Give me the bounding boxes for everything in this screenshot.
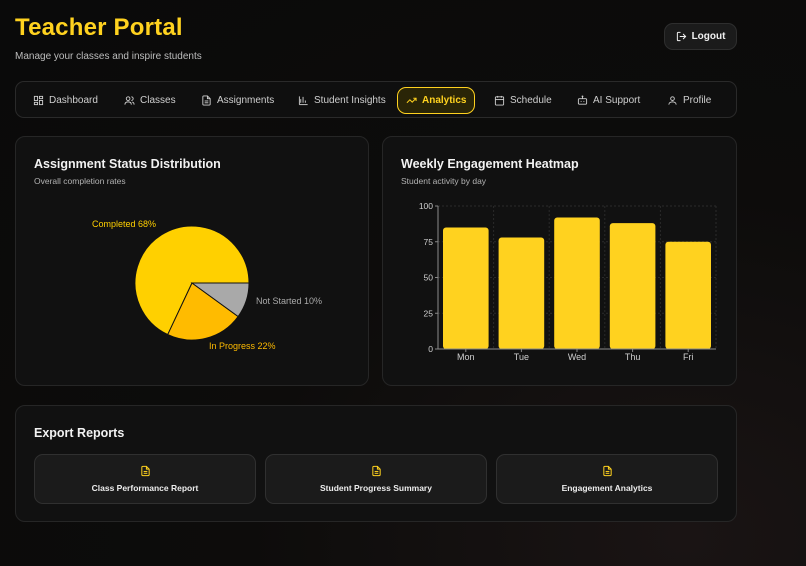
- x-tick-label: Wed: [568, 352, 586, 362]
- bar-chart-icon: [298, 96, 308, 106]
- dashboard-icon: [33, 95, 44, 106]
- file-text-icon: [371, 465, 381, 477]
- tab-label: Schedule: [510, 95, 552, 106]
- tab-schedule[interactable]: Schedule: [486, 87, 560, 114]
- file-text-icon: [602, 465, 612, 477]
- document-icon: [202, 95, 211, 106]
- tab-label: Classes: [140, 95, 176, 106]
- student-progress-summary-button[interactable]: Student Progress Summary: [265, 454, 487, 504]
- y-tick-label: 0: [428, 344, 433, 354]
- x-tick-label: Thu: [625, 352, 641, 362]
- tab-label: AI Support: [593, 95, 641, 106]
- page-subtitle: Manage your classes and inspire students: [15, 51, 202, 62]
- trending-up-icon: [406, 97, 417, 104]
- bot-icon: [577, 95, 588, 105]
- tab-profile[interactable]: Profile: [659, 87, 719, 114]
- pie-label-completed: Completed 68%: [92, 219, 157, 229]
- bar-fri: [665, 241, 711, 349]
- pie-label-not-started: Not Started 10%: [256, 296, 323, 306]
- tab-label: Profile: [683, 95, 712, 106]
- tab-ai-support[interactable]: AI Support: [569, 87, 648, 114]
- tab-classes[interactable]: Classes: [116, 87, 184, 114]
- tab-analytics[interactable]: Analytics: [397, 87, 476, 114]
- pie-label-in-progress: In Progress 22%: [209, 341, 276, 351]
- calendar-icon: [494, 95, 505, 106]
- main-nav: Dashboard Classes Assignments Student In…: [15, 81, 737, 118]
- pie-chart: [134, 225, 250, 341]
- bar-thu: [609, 223, 656, 349]
- x-tick-label: Tue: [514, 352, 529, 362]
- y-tick-label: 50: [424, 273, 434, 283]
- page-title: Teacher Portal: [15, 14, 183, 41]
- logout-label: Logout: [691, 31, 726, 42]
- tab-label: Dashboard: [49, 95, 98, 106]
- export-button-label: Student Progress Summary: [320, 483, 432, 493]
- bar-mon: [443, 227, 489, 349]
- file-text-icon: [140, 465, 150, 477]
- y-tick-label: 100: [419, 201, 433, 211]
- user-icon: [668, 96, 677, 105]
- bar-tue: [498, 237, 545, 349]
- y-tick-label: 25: [424, 308, 434, 318]
- bar-chart: 0 25 50 75 100 Mon Tue Wed Thu Fri: [419, 201, 717, 362]
- export-button-label: Class Performance Report: [91, 483, 199, 493]
- tab-label: Assignments: [217, 95, 275, 106]
- logout-button[interactable]: Logout: [664, 23, 737, 50]
- class-performance-report-button[interactable]: Class Performance Report: [34, 454, 256, 504]
- logout-icon: [676, 31, 686, 42]
- weekly-engagement-card: Weekly Engagement Heatmap Student activi…: [382, 136, 737, 386]
- tab-assignments[interactable]: Assignments: [193, 87, 282, 114]
- bar-wed: [554, 217, 600, 349]
- tab-student-insights[interactable]: Student Insights: [290, 87, 394, 114]
- export-button-label: Engagement Analytics: [561, 483, 653, 493]
- x-tick-label: Mon: [457, 352, 475, 362]
- tab-label: Analytics: [422, 95, 467, 106]
- tab-dashboard[interactable]: Dashboard: [25, 87, 106, 114]
- y-tick-label: 75: [424, 237, 434, 247]
- tab-label: Student Insights: [314, 95, 386, 106]
- users-icon: [124, 96, 135, 105]
- card-title: Export Reports: [34, 426, 125, 440]
- x-tick-label: Fri: [683, 352, 694, 362]
- engagement-analytics-button[interactable]: Engagement Analytics: [496, 454, 718, 504]
- assignment-status-card: Assignment Status Distribution Overall c…: [15, 136, 369, 386]
- export-reports-card: Export Reports Class Performance Report …: [15, 405, 737, 522]
